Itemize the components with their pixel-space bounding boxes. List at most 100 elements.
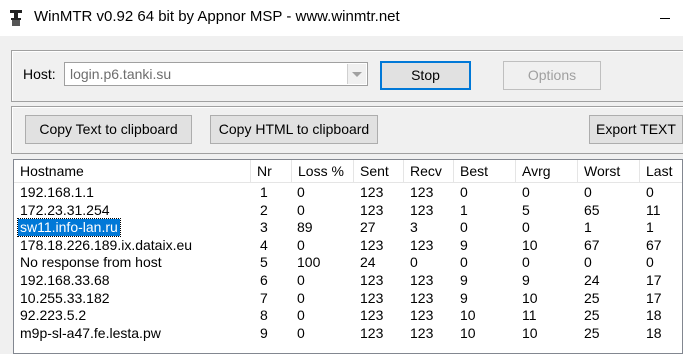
table-cell: 0 bbox=[522, 219, 530, 236]
column-header-loss[interactable]: Loss % bbox=[292, 160, 354, 182]
table-cell: 123 bbox=[360, 307, 384, 324]
table-cell: 17 bbox=[646, 289, 662, 306]
winmtr-app-icon bbox=[10, 10, 22, 26]
table-cell: 0 bbox=[584, 184, 592, 200]
table-cell: 1 bbox=[460, 201, 468, 218]
table-cell: 17 bbox=[646, 272, 662, 288]
table-cell: 9 bbox=[522, 272, 530, 288]
results-table[interactable]: Hostname Nr Loss % Sent Recv Best Avrg W… bbox=[13, 159, 683, 354]
column-header-avrg[interactable]: Avrg bbox=[516, 160, 578, 182]
table-cell: 0 bbox=[460, 254, 468, 271]
table-row[interactable]: 178.18.226.189.ix.dataix.eu 4 0 123 123 9 10 67… bbox=[14, 237, 682, 254]
table-cell: 100 bbox=[297, 254, 321, 271]
host-label: Host: bbox=[23, 66, 56, 82]
table-cell: 10 bbox=[460, 324, 476, 341]
hostname-cell: 178.18.226.189.ix.dataix.eu bbox=[20, 236, 193, 253]
hostname-cell: 172.23.31.254 bbox=[20, 201, 110, 218]
column-header-sent[interactable]: Sent bbox=[354, 160, 404, 182]
table-cell: 24 bbox=[360, 254, 376, 271]
table-cell: 1 bbox=[260, 184, 268, 200]
table-row[interactable]: m9p-sl-a47.fe.lesta.pw 9 0 123 123 10 10 25 18 bbox=[14, 325, 682, 342]
table-cell: 123 bbox=[360, 324, 384, 341]
table-cell: 0 bbox=[297, 324, 305, 341]
export-text-button-label: Export TEXT bbox=[596, 121, 676, 137]
table-cell: 0 bbox=[297, 201, 305, 218]
table-cell: 0 bbox=[522, 254, 530, 271]
table-cell: 0 bbox=[297, 236, 305, 253]
table-cell: 0 bbox=[297, 289, 305, 306]
table-cell: 9 bbox=[460, 272, 468, 288]
table-cell: 123 bbox=[360, 236, 384, 253]
table-cell: 0 bbox=[460, 219, 468, 236]
options-button[interactable]: Options bbox=[503, 61, 601, 90]
table-cell: 0 bbox=[297, 272, 305, 288]
column-header-last[interactable]: Last bbox=[640, 160, 682, 182]
table-cell: 11 bbox=[522, 307, 537, 324]
column-header-worst[interactable]: Worst bbox=[578, 160, 640, 182]
export-text-button[interactable]: Export TEXT bbox=[589, 115, 683, 144]
table-cell: 8 bbox=[260, 307, 268, 324]
table-cell: 123 bbox=[410, 272, 434, 288]
stop-button[interactable]: Stop bbox=[380, 61, 471, 90]
minimize-button[interactable] bbox=[656, 10, 683, 30]
table-cell: 9 bbox=[460, 236, 468, 253]
table-cell: 10 bbox=[460, 307, 476, 324]
hostname-cell: 192.168.1.1 bbox=[20, 184, 94, 200]
table-cell: 123 bbox=[360, 272, 384, 288]
table-cell: 25 bbox=[584, 307, 600, 324]
table-cell: 10 bbox=[522, 236, 538, 253]
table-cell: 24 bbox=[584, 272, 600, 288]
table-cell: 10 bbox=[522, 289, 538, 306]
table-cell: 10 bbox=[522, 324, 538, 341]
table-cell: 18 bbox=[646, 324, 662, 341]
column-header-recv[interactable]: Recv bbox=[404, 160, 454, 182]
table-cell: 123 bbox=[410, 324, 434, 341]
table-cell: 0 bbox=[297, 184, 305, 200]
column-header-nr[interactable]: Nr bbox=[251, 160, 292, 182]
table-cell: 25 bbox=[584, 324, 600, 341]
host-combobox[interactable]: login.p6.tanki.su bbox=[64, 62, 368, 86]
host-input[interactable]: login.p6.tanki.su bbox=[70, 66, 171, 82]
table-row[interactable]: No response from host 5 100 24 0 0 0 0 0 bbox=[14, 254, 682, 271]
chevron-down-icon[interactable] bbox=[347, 64, 366, 84]
table-cell: 89 bbox=[297, 219, 313, 236]
table-row[interactable]: 92.223.5.2 8 0 123 123 10 11 25 18 bbox=[14, 307, 682, 324]
table-cell: 9 bbox=[460, 289, 468, 306]
table-cell: 0 bbox=[646, 184, 654, 200]
table-cell: 4 bbox=[260, 236, 268, 253]
table-cell: 5 bbox=[522, 201, 530, 218]
table-row[interactable]: 192.168.1.1 1 0 123 123 0 0 0 0 bbox=[14, 184, 682, 201]
table-row[interactable]: 10.255.33.182 7 0 123 123 9 10 25 17 bbox=[14, 290, 682, 307]
table-cell: 27 bbox=[360, 219, 376, 236]
table-cell: 123 bbox=[410, 184, 434, 200]
table-cell: 5 bbox=[260, 254, 268, 271]
table-cell: 65 bbox=[584, 201, 600, 218]
column-header-best[interactable]: Best bbox=[454, 160, 516, 182]
table-cell: 25 bbox=[584, 289, 600, 306]
table-cell: 0 bbox=[646, 254, 654, 271]
table-row[interactable]: sw11.info-lan.ru 3 89 27 3 0 0 1 1 bbox=[14, 218, 682, 238]
table-row[interactable]: 192.168.33.68 6 0 123 123 9 9 24 17 bbox=[14, 272, 682, 289]
table-cell: 9 bbox=[260, 324, 268, 341]
table-cell: 67 bbox=[584, 236, 600, 253]
copy-html-button[interactable]: Copy HTML to clipboard bbox=[210, 115, 378, 144]
table-cell: 1 bbox=[646, 219, 654, 236]
table-cell: 123 bbox=[360, 289, 384, 306]
table-cell: 123 bbox=[360, 201, 384, 218]
minimize-icon bbox=[660, 18, 670, 19]
table-cell: 0 bbox=[584, 254, 592, 271]
table-cell: 67 bbox=[646, 236, 662, 253]
table-cell: 6 bbox=[260, 272, 268, 288]
hostname-cell: 192.168.33.68 bbox=[20, 272, 110, 288]
hostname-cell: No response from host bbox=[20, 254, 162, 271]
column-header-hostname[interactable]: Hostname bbox=[14, 160, 251, 182]
hostname-cell: sw11.info-lan.ru bbox=[17, 218, 121, 238]
table-cell: 123 bbox=[410, 236, 434, 253]
table-cell: 3 bbox=[410, 219, 418, 236]
table-row[interactable]: 172.23.31.254 2 0 123 123 1 5 65 11 bbox=[14, 202, 682, 219]
hostname-cell: 10.255.33.182 bbox=[20, 289, 110, 306]
table-cell: 11 bbox=[646, 201, 661, 218]
copy-html-button-label: Copy HTML to clipboard bbox=[218, 121, 370, 137]
table-cell: 18 bbox=[646, 307, 662, 324]
copy-text-button[interactable]: Copy Text to clipboard bbox=[25, 115, 192, 144]
